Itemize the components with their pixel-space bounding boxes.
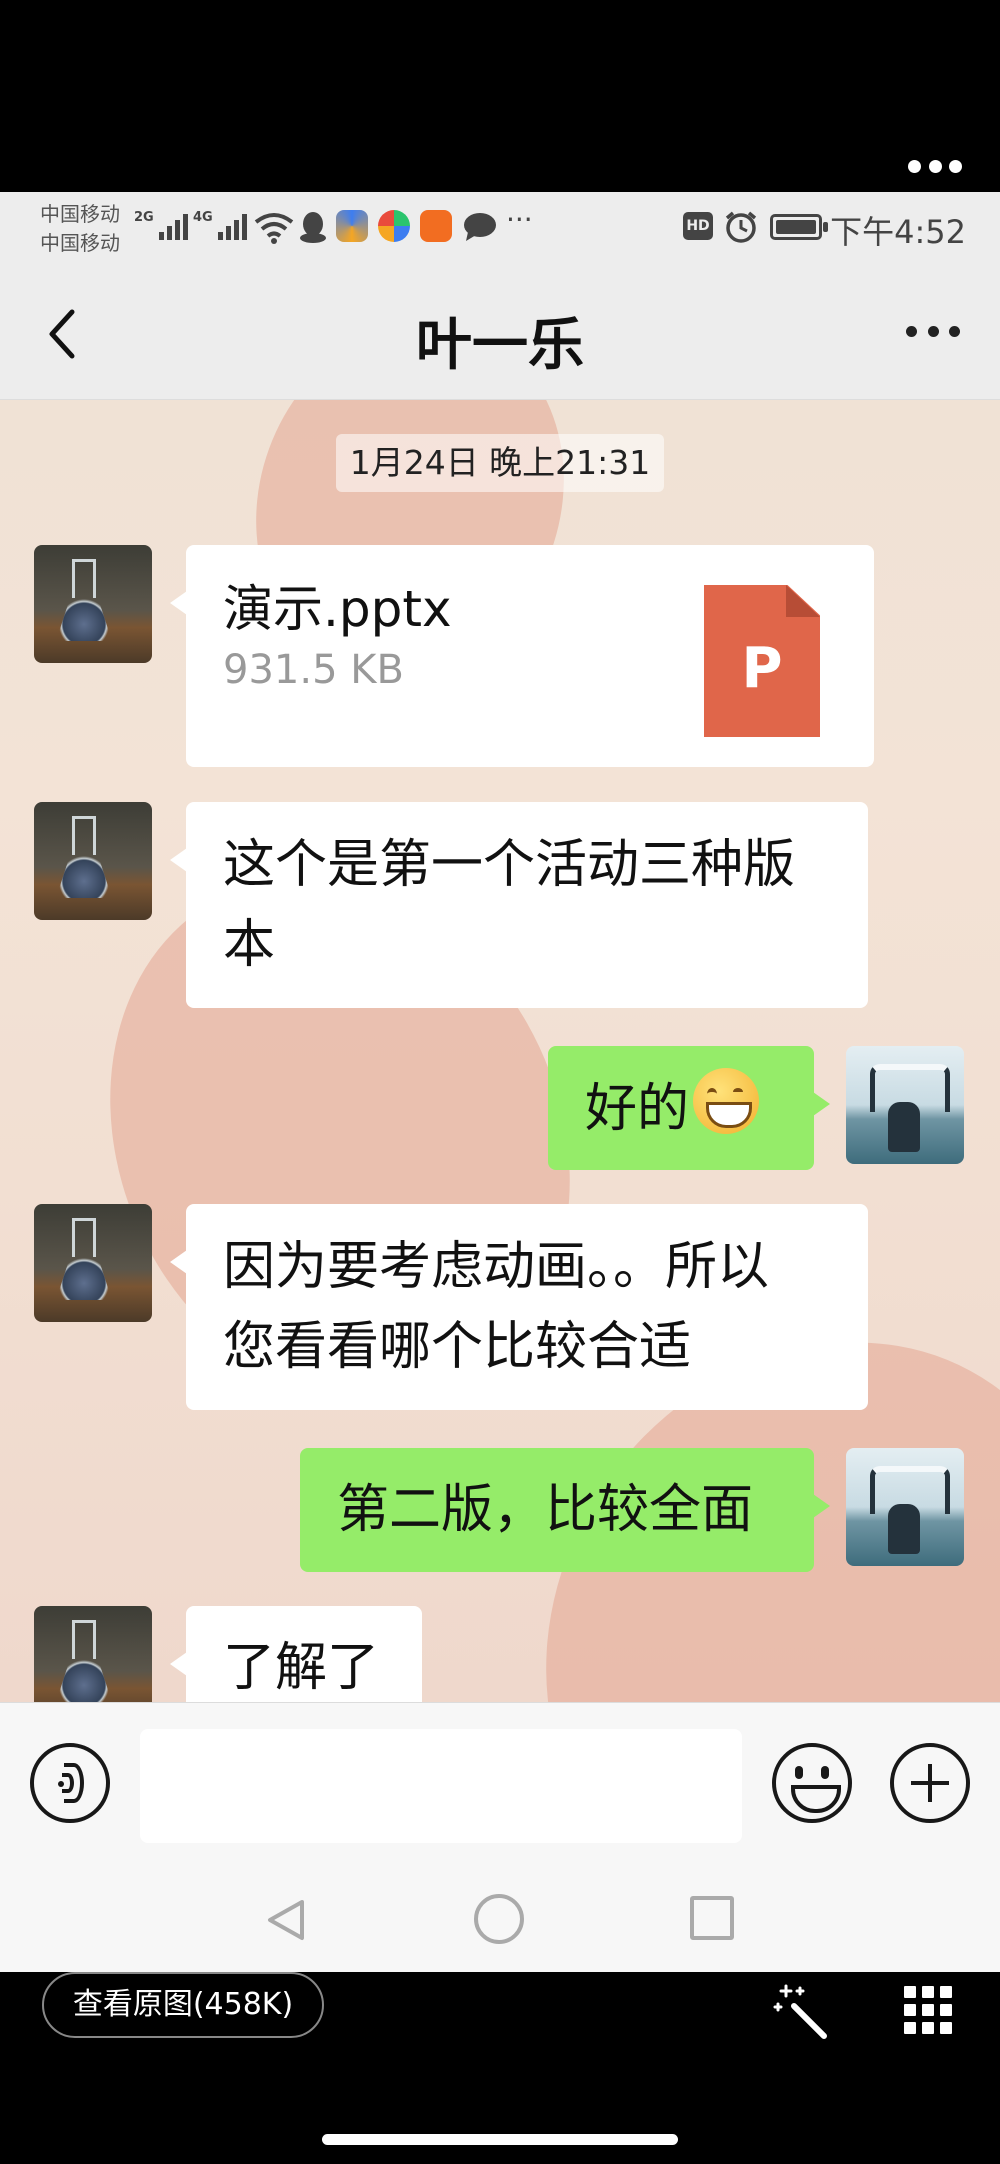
message-line: 您看看哪个比较合适 <box>223 1317 692 1377</box>
carrier-2: 中国移动 <box>40 231 120 255</box>
carrier-1: 中国移动 <box>40 202 120 226</box>
text-message-bubble[interactable]: 了解了 <box>170 1606 422 1702</box>
view-original-button[interactable]: 查看原图(458K) <box>42 1972 324 2038</box>
file-size: 931.5 KB <box>223 647 404 693</box>
voice-icon[interactable] <box>30 1743 110 1823</box>
wifi-icon <box>254 213 294 244</box>
battery-icon <box>770 214 828 240</box>
chat-timestamp: 1月24日 晚上21:31 <box>336 434 664 492</box>
nav-back-icon[interactable] <box>262 1896 310 1944</box>
text-message-bubble[interactable]: 因为要考虑动画。。所以 您看看哪个比较合适 <box>170 1204 868 1410</box>
message-line: 这个是第一个活动三种版 <box>223 835 796 895</box>
signal-2g-icon: 2G <box>134 210 188 240</box>
message-line: 本 <box>223 915 276 975</box>
signal-4g-icon: 4G <box>193 210 247 240</box>
sent-message-bubble[interactable]: 第二版，比较全面 <box>300 1448 830 1572</box>
my-avatar[interactable] <box>846 1448 964 1566</box>
nav-home-icon[interactable] <box>474 1894 524 1944</box>
grid-menu-icon[interactable] <box>904 1986 952 2034</box>
message-text: 好的 <box>585 1079 690 1139</box>
text-message-bubble[interactable]: 这个是第一个活动三种版 本 <box>170 802 868 1008</box>
viewer-more-icon[interactable] <box>908 160 962 176</box>
message-icon <box>464 213 496 241</box>
contact-avatar[interactable] <box>34 545 152 663</box>
system-nav-bar <box>0 1866 1000 1972</box>
grinning-face-emoji-icon <box>693 1068 760 1134</box>
chat-message-area[interactable]: 1月24日 晚上21:31 演示.pptx 931.5 KB P 这个是第一个活… <box>0 400 1000 1702</box>
contact-avatar[interactable] <box>34 802 152 920</box>
edit-wand-icon[interactable] <box>772 1982 830 2040</box>
phone-screenshot: 中国移动 中国移动 2G 4G ··· HD 下午4:52 叶一乐 1月24日 … <box>0 192 1000 1972</box>
message-text: 了解了 <box>223 1638 380 1698</box>
status-time: 下午4:52 <box>830 213 966 251</box>
contact-avatar[interactable] <box>34 1606 152 1702</box>
status-bar: 中国移动 中国移动 2G 4G ··· HD 下午4:52 <box>0 192 1000 268</box>
chat-input-bar <box>0 1702 1000 1866</box>
my-avatar[interactable] <box>846 1046 964 1164</box>
app-icon-browser <box>378 210 410 242</box>
viewer-top-bar <box>0 0 1000 192</box>
viewer-bottom-bar: 查看原图(458K) <box>0 1972 1000 2164</box>
file-message-bubble[interactable]: 演示.pptx 931.5 KB P <box>170 545 874 767</box>
overflow-icon: ··· <box>506 203 533 236</box>
carrier-labels: 中国移动 中国移动 <box>40 200 120 258</box>
chat-menu-icon[interactable] <box>906 326 960 342</box>
app-icon-store <box>420 210 452 242</box>
qq-icon <box>300 212 326 243</box>
pptx-file-icon: P <box>704 585 820 737</box>
app-icon-baidu <box>336 210 368 242</box>
emoji-icon[interactable] <box>772 1743 852 1823</box>
nav-recents-icon[interactable] <box>690 1896 734 1940</box>
file-name: 演示.pptx <box>223 580 452 638</box>
alarm-icon <box>725 211 757 243</box>
chat-title: 叶一乐 <box>416 313 584 378</box>
hd-icon: HD <box>683 212 713 240</box>
contact-avatar[interactable] <box>34 1204 152 1322</box>
chat-header: 叶一乐 <box>0 268 1000 400</box>
sent-message-bubble[interactable]: 好的 <box>548 1046 830 1170</box>
message-line: 因为要考虑动画。。所以 <box>223 1237 770 1297</box>
home-indicator[interactable] <box>322 2134 678 2145</box>
message-input[interactable] <box>140 1729 742 1843</box>
message-text: 第二版，比较全面 <box>337 1480 754 1540</box>
plus-icon[interactable] <box>890 1743 970 1823</box>
